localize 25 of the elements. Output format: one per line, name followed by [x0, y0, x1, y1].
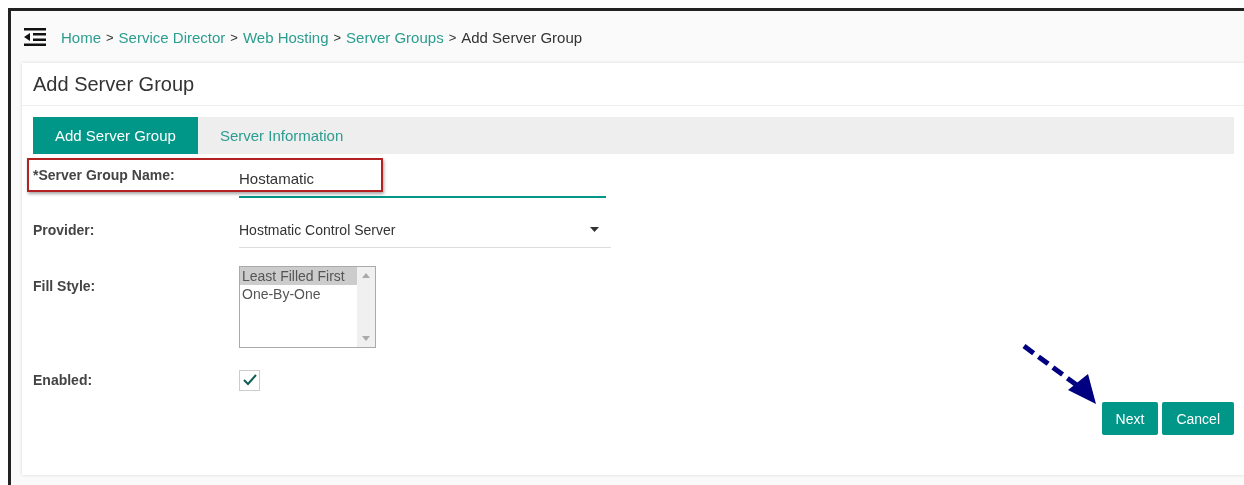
list-option[interactable]: One-By-One [240, 285, 357, 303]
tab[interactable]: Add Server Group [33, 117, 198, 154]
breadcrumb-separator: > [333, 29, 342, 45]
dropdown[interactable]: Hostmatic Control Server [239, 212, 611, 248]
breadcrumb-separator: > [448, 29, 457, 45]
breadcrumb-separator: > [106, 29, 114, 45]
breadcrumb-link[interactable]: Service Director [118, 28, 226, 46]
field-label: Fill Style: [33, 278, 97, 294]
field-label: Provider: [33, 222, 96, 238]
breadcrumb-separator: > [230, 29, 238, 45]
field-label: Enabled: [33, 372, 94, 388]
input-field[interactable]: Hostamatic [239, 162, 606, 198]
action-button[interactable]: Cancel [1162, 402, 1234, 435]
menu-icon[interactable] [24, 28, 46, 46]
breadcrumb-link[interactable]: Server Groups [346, 28, 444, 46]
breadcrumb-current: Add Server Group [461, 28, 583, 46]
list-option[interactable]: Least Filled First [240, 267, 357, 285]
action-button[interactable]: Next [1101, 402, 1159, 435]
field-label: *Server Group Name: [33, 167, 176, 183]
breadcrumb-link[interactable]: Web Hosting [242, 28, 329, 46]
breadcrumb-link[interactable]: Home [61, 28, 101, 46]
checkbox[interactable] [239, 369, 260, 391]
caret-icon [590, 227, 599, 232]
card-title: Add Server Group [22, 63, 1244, 106]
tab[interactable]: Server Information [197, 117, 366, 154]
